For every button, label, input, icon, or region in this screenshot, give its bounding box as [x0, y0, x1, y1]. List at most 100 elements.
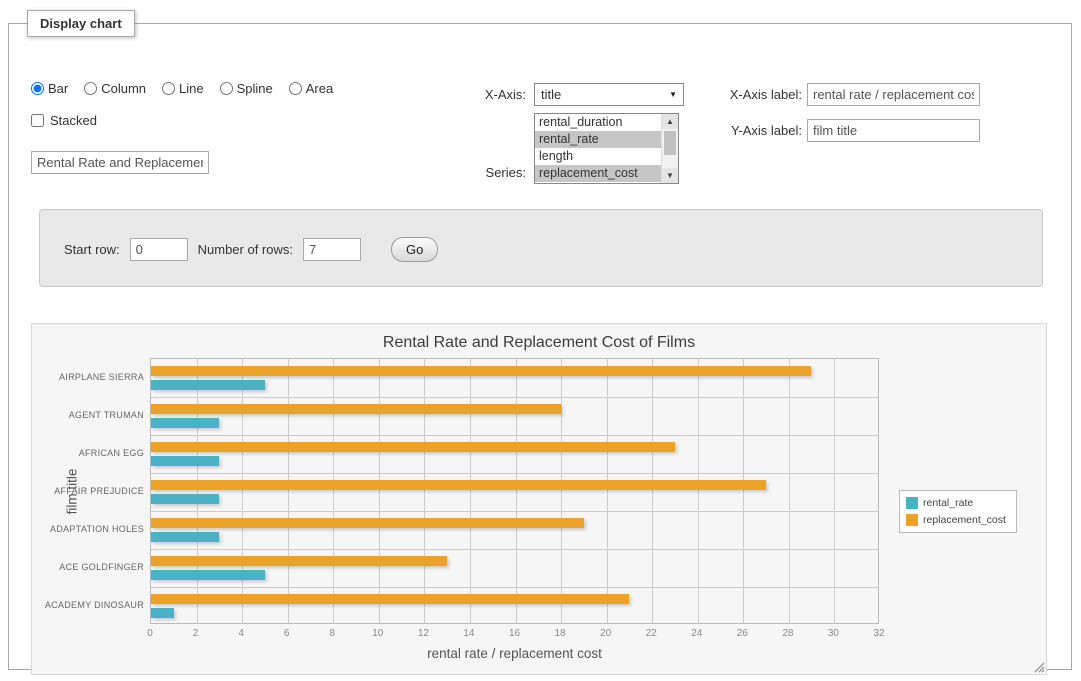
bar-replacement_cost [151, 442, 675, 452]
v-gridline [470, 359, 471, 623]
legend-item-rental_rate: rental_rate [906, 497, 1006, 509]
chart-type-label-area: Area [306, 81, 333, 96]
legend-label: replacement_cost [923, 514, 1006, 526]
x-axis-label-field-label: X-Axis label: [649, 87, 802, 102]
category-label: ACE GOLDFINGER [32, 548, 144, 586]
bar-rental_rate [151, 570, 265, 580]
radio-bar[interactable] [31, 82, 44, 95]
stacked-label: Stacked [50, 113, 97, 128]
v-gridline [379, 359, 380, 623]
num-rows-label: Number of rows: [198, 242, 293, 257]
bar-rental_rate [151, 532, 219, 542]
scroll-down-icon[interactable]: ▼ [662, 168, 678, 183]
category-label: AGENT TRUMAN [32, 396, 144, 434]
rows-range-form: Start row: Number of rows: Go [40, 210, 1042, 262]
legend-swatch [906, 497, 918, 509]
v-gridline [698, 359, 699, 623]
chart-type-column[interactable]: Column [84, 81, 146, 96]
category-label: AFFAIR PREJUDICE [32, 472, 144, 510]
stacked-checkbox[interactable] [31, 114, 44, 127]
x-tick-6: 6 [284, 628, 290, 639]
go-button[interactable]: Go [391, 237, 438, 262]
category-labels: AIRPLANE SIERRAAGENT TRUMANAFRICAN EGGAF… [32, 358, 144, 624]
category-label: ACADEMY DINOSAUR [32, 586, 144, 624]
v-gridline [789, 359, 790, 623]
v-gridline [424, 359, 425, 623]
radio-spline[interactable] [220, 82, 233, 95]
v-gridline [516, 359, 517, 623]
series-option-length[interactable]: length [535, 148, 661, 165]
x-tick-20: 20 [600, 628, 611, 639]
v-gridline [333, 359, 334, 623]
v-gridline [561, 359, 562, 623]
legend-label: rental_rate [923, 497, 973, 509]
chart-x-axis-label: rental rate / replacement cost [150, 646, 879, 661]
x-tick-26: 26 [737, 628, 748, 639]
display-chart-panel: Display chart Bar Column Line Spline Area St… [8, 10, 1072, 670]
x-tick-2: 2 [193, 628, 199, 639]
category-label: AIRPLANE SIERRA [32, 358, 144, 396]
chart-type-label-spline: Spline [237, 81, 273, 96]
chart-type-bar[interactable]: Bar [31, 81, 68, 96]
x-axis-field-label: X-Axis: [429, 87, 526, 102]
radio-line[interactable] [162, 82, 175, 95]
plot-area [150, 358, 879, 624]
bar-rental_rate [151, 608, 174, 618]
series-option-rental_rate[interactable]: rental_rate [535, 131, 661, 148]
x-tick-0: 0 [147, 628, 153, 639]
bar-replacement_cost [151, 594, 629, 604]
bar-rental_rate [151, 418, 219, 428]
h-gridline [151, 397, 878, 398]
h-gridline [151, 473, 878, 474]
chart-type-label-column: Column [101, 81, 146, 96]
stacked-option[interactable]: Stacked [31, 113, 97, 128]
bar-replacement_cost [151, 556, 447, 566]
v-gridline [652, 359, 653, 623]
x-tick-14: 14 [463, 628, 474, 639]
x-tick-12: 12 [418, 628, 429, 639]
rows-range-panel: Start row: Number of rows: Go [39, 209, 1043, 287]
x-axis-selected-value: title [541, 87, 561, 102]
chart-type-label-line: Line [179, 81, 204, 96]
y-axis-label-input[interactable] [807, 119, 980, 142]
chart-type-spline[interactable]: Spline [220, 81, 273, 96]
chart-type-group: Bar Column Line Spline Area [31, 81, 333, 96]
x-tick-22: 22 [646, 628, 657, 639]
x-tick-labels: 02468101214161820222426283032 [150, 628, 879, 642]
chart-title: Rental Rate and Replacement Cost of Film… [32, 334, 1046, 352]
series-listbox-options: rental_durationrental_ratelengthreplacem… [535, 114, 661, 183]
v-gridline [607, 359, 608, 623]
bar-rental_rate [151, 380, 265, 390]
x-tick-16: 16 [509, 628, 520, 639]
chart-type-line[interactable]: Line [162, 81, 204, 96]
x-tick-32: 32 [873, 628, 884, 639]
x-tick-18: 18 [555, 628, 566, 639]
h-gridline [151, 435, 878, 436]
x-axis-label-input[interactable] [807, 83, 980, 106]
panel-title: Display chart [27, 10, 135, 37]
x-tick-8: 8 [329, 628, 335, 639]
legend-swatch [906, 514, 918, 526]
start-row-input[interactable] [130, 238, 188, 261]
x-tick-10: 10 [372, 628, 383, 639]
num-rows-input[interactable] [303, 238, 361, 261]
radio-area[interactable] [289, 82, 302, 95]
x-tick-28: 28 [782, 628, 793, 639]
v-gridline [197, 359, 198, 623]
legend-item-replacement_cost: replacement_cost [906, 514, 1006, 526]
radio-column[interactable] [84, 82, 97, 95]
bar-replacement_cost [151, 366, 811, 376]
chart-title-input[interactable] [31, 151, 209, 174]
chart-type-label-bar: Bar [48, 81, 68, 96]
v-gridline [834, 359, 835, 623]
resize-handle-icon[interactable] [1031, 659, 1045, 673]
series-option-rental_duration[interactable]: rental_duration [535, 114, 661, 131]
chart-type-area[interactable]: Area [289, 81, 333, 96]
v-gridline [743, 359, 744, 623]
series-option-replacement_cost[interactable]: replacement_cost [535, 165, 661, 182]
bar-rental_rate [151, 494, 219, 504]
chart-legend: rental_rate replacement_cost [899, 490, 1017, 533]
bar-replacement_cost [151, 480, 766, 490]
h-gridline [151, 511, 878, 512]
bar-replacement_cost [151, 518, 584, 528]
